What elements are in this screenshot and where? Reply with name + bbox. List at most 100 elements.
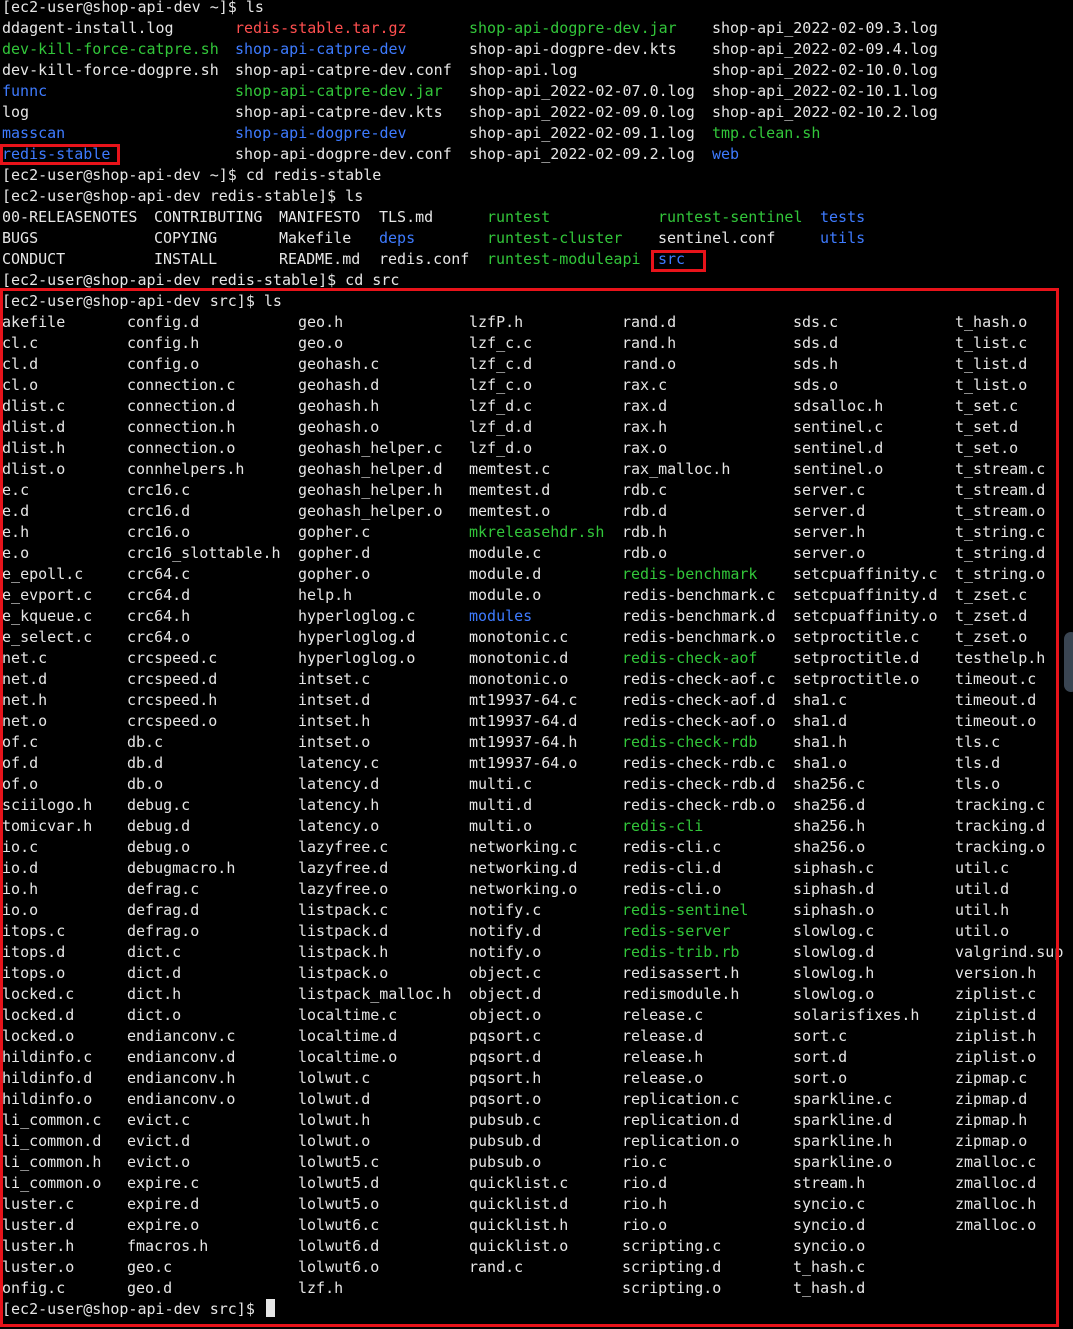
file-entry[interactable]: crc64.d — [127, 585, 190, 606]
file-entry[interactable]: util.d — [955, 879, 1009, 900]
file-entry[interactable]: sds.h — [793, 354, 838, 375]
file-entry[interactable]: blocked.c — [0, 984, 74, 1005]
file-entry[interactable]: scripting.d — [622, 1257, 721, 1278]
file-entry[interactable]: connection.o — [127, 438, 235, 459]
file-entry[interactable]: sentinel.o — [793, 459, 883, 480]
file-entry[interactable]: acl.o — [0, 375, 38, 396]
file-entry[interactable]: endianconv.d — [127, 1047, 235, 1068]
file-entry[interactable]: connhelpers.h — [127, 459, 244, 480]
file-entry[interactable]: server.d — [793, 501, 865, 522]
file-entry[interactable]: siphash.o — [793, 900, 874, 921]
file-entry[interactable]: zipmap.h — [955, 1110, 1027, 1131]
file-entry[interactable]: shop-api_2022-02-09.2.log — [469, 144, 695, 165]
file-entry[interactable]: defrag.o — [127, 921, 199, 942]
file-entry[interactable]: anet.o — [0, 711, 47, 732]
file-entry[interactable]: redis-check-aof.d — [622, 690, 776, 711]
file-entry[interactable]: quicklist.o — [469, 1236, 568, 1257]
file-entry[interactable]: bio.o — [0, 900, 38, 921]
file-entry[interactable]: evict.o — [127, 1152, 190, 1173]
file-entry[interactable]: tls.c — [955, 732, 1000, 753]
file-entry[interactable]: evict.c — [127, 1110, 190, 1131]
file-entry[interactable]: setproctitle.d — [793, 648, 919, 669]
file-entry[interactable]: quicklist.d — [469, 1194, 568, 1215]
file-entry[interactable]: runtest-sentinel — [658, 207, 803, 228]
file-entry[interactable]: README.md — [279, 249, 360, 270]
file-entry[interactable]: redis-benchmark.o — [622, 627, 776, 648]
file-entry[interactable]: db.c — [127, 732, 163, 753]
file-entry[interactable]: anet.d — [0, 669, 47, 690]
file-entry[interactable]: runtest-cluster — [487, 228, 622, 249]
file-entry[interactable]: rax_malloc.h — [622, 459, 730, 480]
file-entry[interactable]: server.c — [793, 480, 865, 501]
file-entry[interactable]: memtest.c — [469, 459, 550, 480]
file-entry[interactable]: networking.c — [469, 837, 577, 858]
file-entry[interactable]: redis-benchmark — [622, 564, 757, 585]
file-entry[interactable]: t_string.c — [955, 522, 1045, 543]
file-entry[interactable]: cluster.d — [0, 1215, 74, 1236]
file-entry[interactable]: setcpuaffinity.c — [793, 564, 938, 585]
file-entry[interactable]: shop-api-dogpre-dev.kts — [469, 39, 677, 60]
file-entry[interactable]: redis-benchmark.c — [622, 585, 776, 606]
file-entry[interactable]: bio.h — [0, 879, 38, 900]
file-entry[interactable]: config.h — [127, 333, 199, 354]
file-entry[interactable]: ziplist.o — [955, 1047, 1036, 1068]
file-entry[interactable]: shop-api-dogpre-dev.jar — [469, 18, 677, 39]
file-entry[interactable]: gopher.c — [298, 522, 370, 543]
file-entry[interactable]: tracking.o — [955, 837, 1045, 858]
file-entry[interactable]: cluster.o — [0, 1257, 74, 1278]
file-entry[interactable]: rdb.d — [622, 501, 667, 522]
file-entry[interactable]: notify.o — [469, 942, 541, 963]
file-entry[interactable]: aof.c — [0, 732, 38, 753]
file-entry[interactable]: redis-benchmark.d — [622, 606, 776, 627]
file-entry[interactable]: t_stream.c — [955, 459, 1045, 480]
file-entry[interactable]: tracking.c — [955, 795, 1045, 816]
file-entry[interactable]: slowlog.o — [793, 984, 874, 1005]
file-entry[interactable]: shop-api-dogpre-dev — [235, 123, 407, 144]
file-entry[interactable]: dict.h — [127, 984, 181, 1005]
file-entry[interactable]: syncio.c — [793, 1194, 865, 1215]
file-entry[interactable]: release.h — [622, 1047, 703, 1068]
file-entry[interactable]: cli_common.d — [0, 1131, 101, 1152]
file-entry[interactable]: dict.o — [127, 1005, 181, 1026]
file-entry[interactable]: lolwut.h — [298, 1110, 370, 1131]
file-entry[interactable]: shop-api_2022-02-09.4.log — [712, 39, 938, 60]
file-entry[interactable]: latency.o — [298, 816, 379, 837]
file-entry[interactable]: latency.c — [298, 753, 379, 774]
file-entry[interactable]: mt19937-64.o — [469, 753, 577, 774]
file-entry[interactable]: geohash.c — [298, 354, 379, 375]
file-entry[interactable]: multi.o — [469, 816, 532, 837]
file-entry[interactable]: COPYING — [154, 228, 217, 249]
file-entry[interactable]: gopher.d — [298, 543, 370, 564]
file-entry[interactable]: redis-check-rdb.o — [622, 795, 776, 816]
file-entry[interactable]: geohash_helper.o — [298, 501, 443, 522]
file-entry[interactable]: pubsub.o — [469, 1152, 541, 1173]
cursor-block[interactable] — [265, 1299, 275, 1317]
file-entry[interactable]: syncio.o — [793, 1236, 865, 1257]
file-entry[interactable]: shop-api_2022-02-10.2.log — [712, 102, 938, 123]
file-entry[interactable]: zmalloc.c — [955, 1152, 1036, 1173]
file-entry[interactable]: config.o — [127, 354, 199, 375]
file-entry[interactable]: redis-check-rdb.d — [622, 774, 776, 795]
file-entry[interactable]: stream.h — [793, 1173, 865, 1194]
file-entry[interactable]: lolwut5.c — [298, 1152, 379, 1173]
file-entry[interactable]: atomicvar.h — [0, 816, 92, 837]
file-entry[interactable]: timeout.d — [955, 690, 1036, 711]
file-entry[interactable]: zipmap.o — [955, 1131, 1027, 1152]
file-entry[interactable]: lolwut.o — [298, 1131, 370, 1152]
file-entry[interactable]: scripting.c — [622, 1236, 721, 1257]
file-entry[interactable]: sds.o — [793, 375, 838, 396]
file-entry[interactable]: notify.d — [469, 921, 541, 942]
file-entry[interactable]: rio.c — [622, 1152, 667, 1173]
scrollbar-handle[interactable] — [1064, 632, 1073, 692]
file-entry[interactable]: redis-cli — [622, 816, 703, 837]
file-entry[interactable]: lazyfree.o — [298, 879, 388, 900]
file-entry[interactable]: lzf.h — [298, 1278, 343, 1299]
file-entry[interactable]: redis-check-rdb.c — [622, 753, 776, 774]
file-entry[interactable]: lolwut5.d — [298, 1173, 379, 1194]
file-entry[interactable]: server.o — [793, 543, 865, 564]
file-entry[interactable]: redis.conf — [379, 249, 469, 270]
file-entry[interactable]: redis-check-rdb — [622, 732, 757, 753]
file-entry[interactable]: t_hash.c — [793, 1257, 865, 1278]
file-entry[interactable]: setproctitle.o — [793, 669, 919, 690]
file-entry[interactable]: t_set.o — [955, 438, 1018, 459]
